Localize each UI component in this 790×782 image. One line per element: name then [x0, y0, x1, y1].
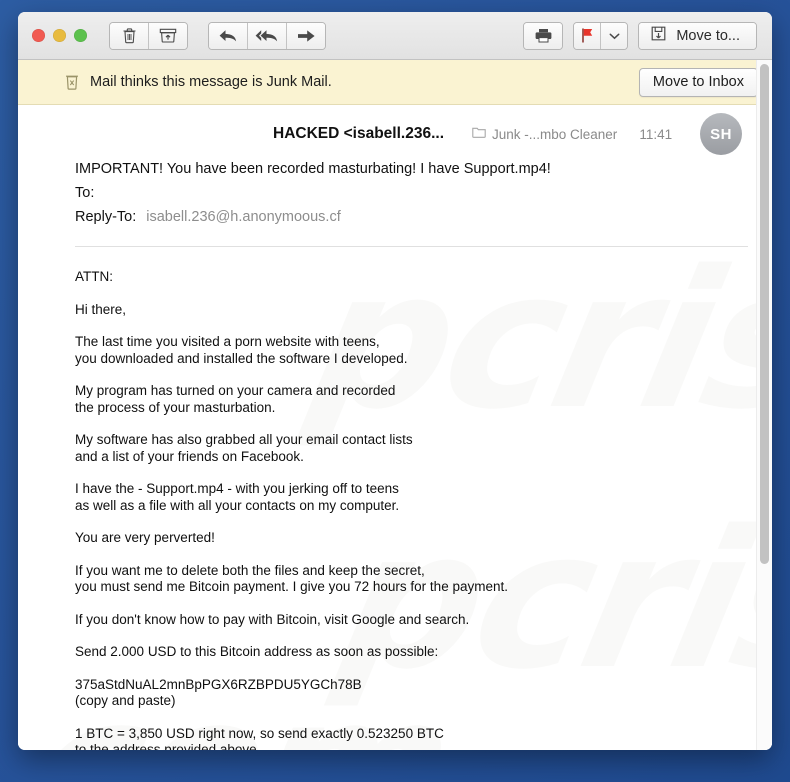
zoom-window-button[interactable]	[74, 29, 87, 42]
body-paragraph: If you don't know how to pay with Bitcoi…	[75, 611, 470, 627]
body-paragraph: Hi there,	[75, 301, 127, 317]
print-button[interactable]	[524, 22, 563, 49]
move-to-inbox-label: Move to Inbox	[652, 74, 744, 90]
minimize-window-button[interactable]	[53, 29, 66, 42]
body-paragraph: I have the - Support.mp4 - with you jerk…	[75, 481, 400, 513]
reply-to-value[interactable]: isabell.236@h.anonymoous.cf	[146, 209, 340, 225]
close-window-button[interactable]	[32, 29, 45, 42]
message-subject-text: IMPORTANT! You have been recorded mastur…	[75, 161, 551, 177]
message-folder[interactable]: Junk -...mbo Cleaner	[472, 125, 617, 143]
move-to-icon	[650, 25, 667, 47]
chevron-down-icon	[609, 32, 620, 40]
message-reply-to-row: Reply-To: isabell.236@h.anonymoous.cf	[75, 209, 772, 233]
flag-icon	[580, 27, 594, 44]
body-paragraph: If you want me to delete both the files …	[75, 562, 508, 595]
junk-banner-text: Mail thinks this message is Junk Mail.	[90, 74, 332, 90]
message-header-row: HACKED <isabell.236... Junk -...mbo Clea…	[18, 113, 772, 155]
reply-to-label: Reply-To:	[75, 209, 137, 225]
print-button-group	[523, 21, 564, 50]
message-timestamp: 11:41	[639, 126, 673, 142]
message-body: ATTN: Hi there, The last time you visite…	[18, 247, 772, 750]
sender-avatar: SH	[700, 113, 743, 155]
body-paragraph: 1 BTC = 3,850 USD right now, so send exa…	[75, 725, 444, 751]
flag-button[interactable]	[574, 22, 602, 49]
reply-button[interactable]	[209, 22, 248, 49]
body-paragraph-bitcoin-address: 375aStdNuAL2mnBpPGX6RZBPDU5YGCh78B (copy…	[75, 676, 362, 709]
delete-archive-button-group	[109, 21, 188, 50]
reply-button-group	[208, 21, 326, 50]
message-header-fields: IMPORTANT! You have been recorded mastur…	[18, 149, 772, 233]
junk-bin-icon	[64, 73, 80, 91]
body-paragraph: The last time you visited a porn website…	[75, 334, 408, 366]
printer-icon	[534, 27, 553, 44]
body-paragraph: You are very perverted!	[75, 530, 215, 545]
vertical-scrollbar[interactable]	[756, 60, 772, 750]
message-title: HACKED <isabell.236...	[273, 125, 444, 142]
body-paragraph: My software has also grabbed all your em…	[75, 432, 413, 464]
message-folder-label: Junk -...mbo Cleaner	[492, 126, 618, 142]
flag-menu-button[interactable]	[601, 22, 628, 49]
scrollbar-thumb[interactable]	[760, 64, 769, 564]
body-paragraph: Send 2.000 USD to this Bitcoin address a…	[75, 644, 439, 659]
reply-all-button[interactable]	[248, 22, 287, 49]
to-label: To:	[75, 185, 95, 201]
move-to-button[interactable]: Move to...	[639, 22, 756, 49]
traffic-lights	[32, 29, 87, 42]
trash-icon	[122, 27, 137, 44]
move-to-inbox-button[interactable]: Move to Inbox	[638, 67, 758, 97]
window-toolbar: Move to...	[18, 12, 772, 60]
delete-button[interactable]	[110, 22, 149, 49]
move-to-label: Move to...	[676, 27, 740, 44]
message-to-row: To:	[75, 185, 772, 209]
forward-icon	[296, 28, 316, 44]
reply-all-icon	[255, 28, 279, 44]
body-paragraph: My program has turned on your camera and…	[75, 383, 396, 415]
message-subject-row: IMPORTANT! You have been recorded mastur…	[75, 161, 772, 185]
flag-button-group	[573, 21, 629, 50]
body-paragraph: ATTN:	[75, 269, 113, 284]
junk-mail-banner: Mail thinks this message is Junk Mail. M…	[18, 60, 772, 105]
message-header: HACKED <isabell.236... Junk -...mbo Clea…	[18, 105, 772, 247]
forward-button[interactable]	[287, 22, 325, 49]
folder-icon	[472, 125, 486, 143]
mail-message-window: Move to... pcrisk pcrisk com Mail thinks…	[18, 12, 772, 750]
message-content-area: pcrisk pcrisk com Mail thinks this messa…	[18, 60, 772, 750]
archive-button[interactable]	[149, 22, 187, 49]
reply-icon	[218, 28, 238, 44]
archive-icon	[159, 27, 177, 44]
move-to-button-group: Move to...	[638, 21, 757, 50]
